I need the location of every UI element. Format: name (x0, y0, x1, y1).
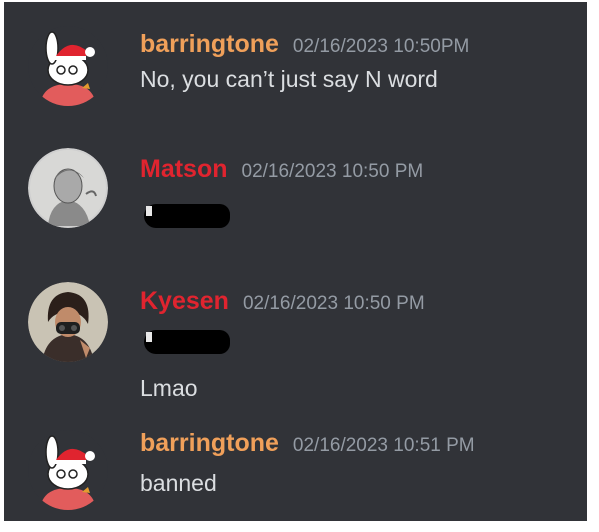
avatar[interactable] (28, 26, 108, 106)
chat-message: Matson 02/16/2023 10:50 PM (4, 117, 587, 272)
timestamp: 02/16/2023 10:50 PM (242, 293, 425, 314)
author-name[interactable]: barringtone (140, 30, 279, 59)
chat-log: barringtone 02/16/2023 10:50PM No, you c… (4, 2, 587, 521)
avatar[interactable] (28, 282, 108, 362)
timestamp: 02/16/2023 10:51 PM (292, 435, 475, 456)
bunny-avatar-icon (28, 430, 108, 510)
chat-message: barringtone 02/16/2023 10:50PM No, you c… (4, 2, 587, 117)
timestamp: 02/16/2023 10:50PM (292, 36, 470, 57)
message-header: Kyesen 02/16/2023 10:50 PM (140, 287, 425, 316)
avatar[interactable] (28, 148, 108, 228)
message-text: Lmao (140, 375, 198, 401)
redacted-message (144, 204, 230, 228)
bunny-avatar-icon (28, 26, 108, 106)
portrait-avatar-icon (28, 148, 108, 228)
avatar[interactable] (28, 430, 108, 510)
timestamp: 02/16/2023 10:50 PM (241, 161, 424, 182)
author-name[interactable]: Matson (140, 155, 228, 184)
redaction-edge (146, 332, 152, 342)
chat-message: Kyesen 02/16/2023 10:50 PM Lmao (4, 272, 587, 412)
message-text: banned (140, 470, 217, 496)
message-header: barringtone 02/16/2023 10:50PM (140, 30, 469, 59)
message-header: barringtone 02/16/2023 10:51 PM (140, 429, 475, 458)
masked-character-avatar-icon (28, 282, 108, 362)
redaction-edge (146, 206, 152, 216)
redacted-message (144, 330, 230, 354)
author-name[interactable]: Kyesen (140, 287, 229, 316)
message-header: Matson 02/16/2023 10:50 PM (140, 155, 423, 184)
chat-message: barringtone 02/16/2023 10:51 PM banned (4, 412, 587, 521)
author-name[interactable]: barringtone (140, 429, 279, 458)
message-text: No, you can’t just say N word (140, 66, 438, 92)
